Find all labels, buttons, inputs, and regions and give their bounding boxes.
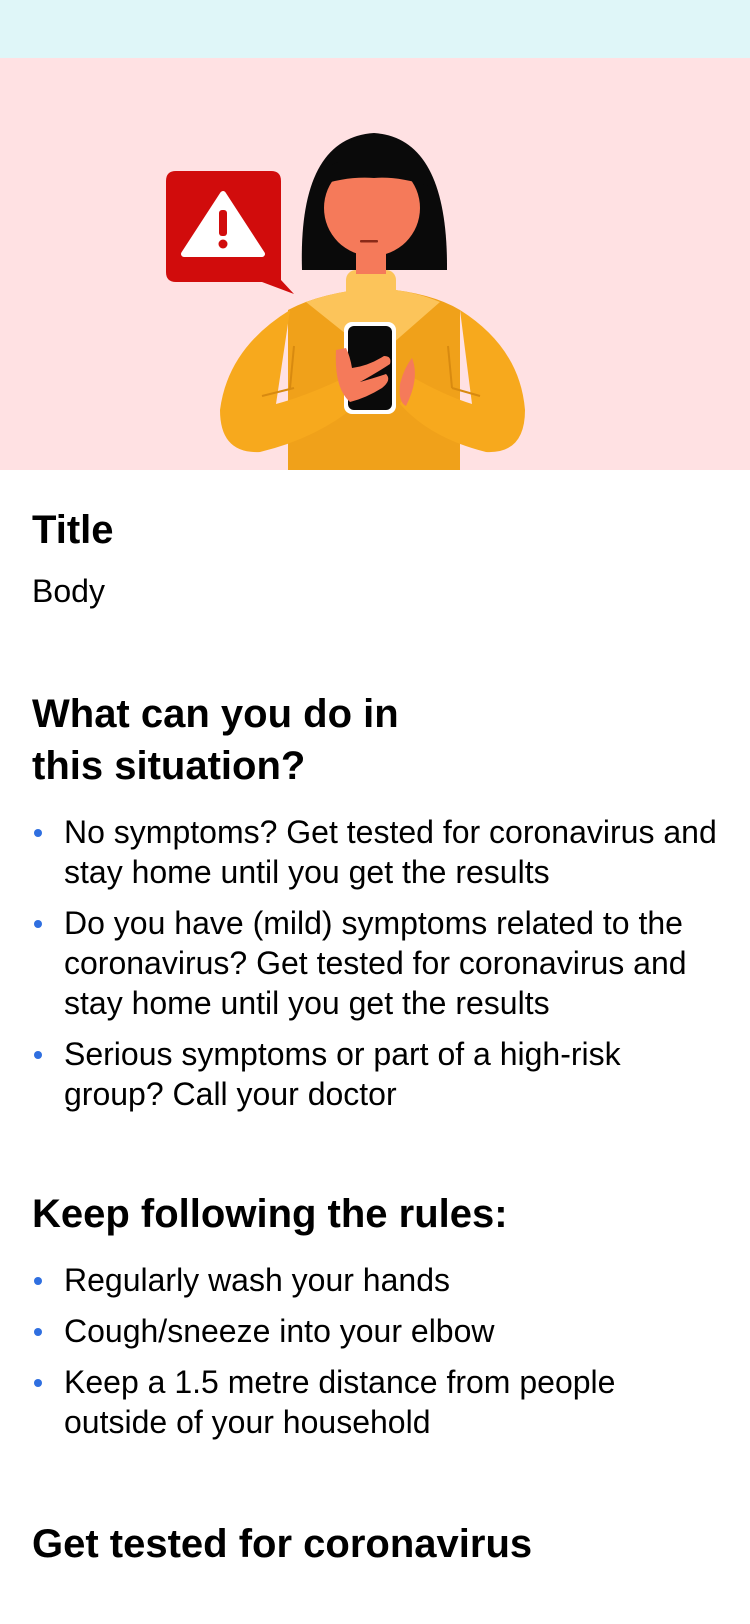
section-heading-get-tested: Get tested for coronavirus [32,1522,533,1567]
list-item: Cough/sneeze into your elbow [32,1311,722,1351]
list-item-text: Serious symptoms or part of a high-risk … [64,1036,621,1113]
hero-illustration [0,58,750,470]
section-heading-what-to-do: What can you do in this situation? [32,692,399,789]
bullet-icon [34,1328,42,1337]
list-item-text: Cough/sneeze into your elbow [64,1313,495,1350]
list-item-text: No symptoms? Get tested for coronavirus … [64,814,717,891]
content: Title Body What can you do in this situa… [32,470,722,1570]
rules-list: Regularly wash your hands Cough/sneeze i… [32,1260,722,1442]
list-item: No symptoms? Get tested for coronavirus … [32,812,722,892]
bullet-icon [34,1277,42,1286]
body-text: Body [32,573,105,609]
what-to-do-list: No symptoms? Get tested for coronavirus … [32,812,722,1114]
bullet-icon [34,1051,42,1060]
bullet-icon [34,920,42,929]
list-item: Do you have (mild) symptoms related to t… [32,903,722,1023]
list-item: Keep a 1.5 metre distance from people ou… [32,1362,722,1442]
list-item-text: Keep a 1.5 metre distance from people ou… [64,1364,616,1441]
list-item: Regularly wash your hands [32,1260,722,1300]
list-item-text: Do you have (mild) symptoms related to t… [64,905,687,1022]
page-title: Title [32,508,114,552]
section-heading-rules: Keep following the rules: [32,1192,508,1237]
bullet-icon [34,829,42,838]
person-holding-phone-illustration [166,133,525,470]
list-item-text: Regularly wash your hands [64,1262,450,1299]
status-bar [0,0,750,58]
list-item: Serious symptoms or part of a high-risk … [32,1034,722,1114]
bullet-icon [34,1379,42,1388]
warning-icon [166,171,294,294]
